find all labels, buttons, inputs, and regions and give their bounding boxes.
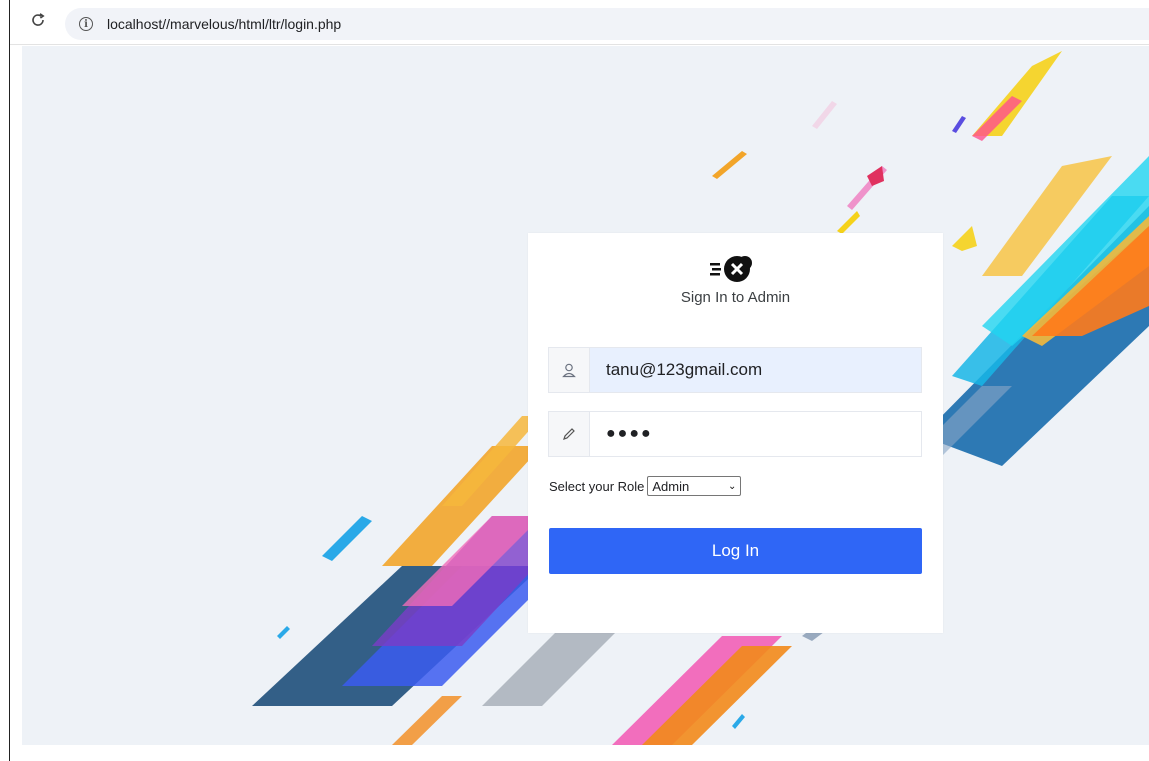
- window-edge: [9, 0, 10, 761]
- login-button[interactable]: Log In: [549, 528, 922, 574]
- role-selected-value: Admin: [652, 478, 690, 494]
- reload-icon[interactable]: [24, 6, 52, 34]
- url-text: localhost//marvelous/html/ltr/login.php: [107, 16, 342, 32]
- browser-toolbar: i localhost//marvelous/html/ltr/login.ph…: [10, 0, 1149, 45]
- chevron-down-icon: ⌄: [728, 480, 737, 492]
- info-icon[interactable]: i: [79, 17, 93, 31]
- pencil-icon: [549, 412, 590, 456]
- user-icon: [549, 348, 590, 392]
- email-field[interactable]: tanu@123gmail.com: [548, 347, 922, 393]
- address-bar[interactable]: i localhost//marvelous/html/ltr/login.ph…: [65, 8, 1149, 40]
- password-field[interactable]: ●●●●: [548, 411, 922, 457]
- password-input[interactable]: ●●●●: [590, 412, 921, 456]
- brand-logo: [710, 256, 752, 282]
- login-card: Sign In to Admin tanu@123gmail.com ●●●● …: [528, 233, 943, 633]
- role-label: Select your Role: [549, 478, 645, 494]
- login-title: Sign In to Admin: [680, 289, 791, 306]
- email-input[interactable]: tanu@123gmail.com: [590, 348, 921, 392]
- role-row: Select your Role Admin ⌄: [549, 476, 742, 496]
- role-select[interactable]: Admin ⌄: [647, 476, 742, 496]
